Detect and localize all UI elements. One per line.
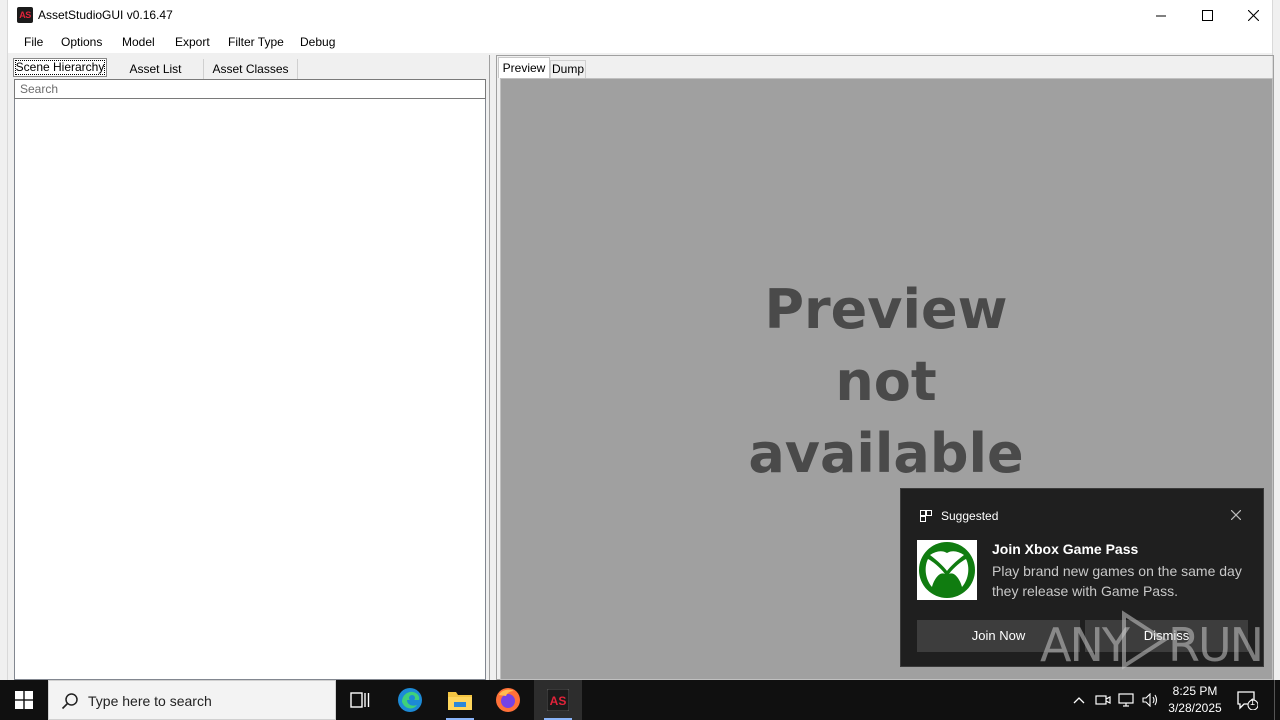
edge-icon: [398, 688, 422, 712]
network-button[interactable]: [1116, 680, 1138, 720]
menu-options[interactable]: Options: [61, 35, 102, 49]
show-hidden-icons-button[interactable]: [1068, 680, 1090, 720]
menu-model[interactable]: Model: [122, 35, 155, 49]
tab-preview[interactable]: Preview: [498, 57, 550, 78]
preview-message-line: available: [748, 422, 1024, 485]
meet-now-icon: [1095, 695, 1111, 705]
notification-toast: Suggested Join Xbox Game Pass Play brand…: [900, 488, 1264, 667]
windows-logo-icon: [15, 691, 33, 709]
tab-asset-list[interactable]: Asset List: [108, 59, 204, 79]
close-button[interactable]: [1230, 0, 1276, 31]
xbox-logo-icon: [917, 540, 977, 600]
chevron-up-icon: [1073, 697, 1085, 704]
taskbar-clock[interactable]: 8:25 PM 3/28/2025: [1162, 683, 1228, 717]
notification-count: 1: [1250, 697, 1256, 707]
edge-taskbar-button[interactable]: [386, 680, 434, 720]
tab-scene-hierarchy[interactable]: Scene Hierarchy: [13, 58, 107, 77]
minimize-icon: [1156, 15, 1166, 16]
dismiss-button[interactable]: Dismiss: [1085, 620, 1248, 652]
network-icon: [1118, 693, 1134, 707]
menu-export[interactable]: Export: [175, 35, 210, 49]
search-input[interactable]: Search: [14, 79, 486, 99]
assetstudio-icon: AS: [547, 689, 569, 711]
assetstudio-taskbar-button[interactable]: AS: [534, 680, 582, 720]
firefox-icon: [496, 688, 520, 712]
menu-file[interactable]: File: [24, 35, 43, 49]
menu-filter-type[interactable]: Filter Type: [228, 35, 284, 49]
clock-date: 3/28/2025: [1168, 701, 1222, 715]
volume-button[interactable]: [1140, 680, 1162, 720]
window-title: AssetStudioGUI v0.16.47: [38, 8, 173, 22]
preview-message: Preview not available: [701, 274, 1071, 490]
action-center-button[interactable]: 1: [1232, 680, 1262, 720]
panel-splitter[interactable]: [489, 55, 495, 680]
maximize-button[interactable]: [1184, 0, 1230, 31]
tab-dump[interactable]: Dump: [550, 60, 586, 78]
toast-title: Join Xbox Game Pass: [992, 541, 1139, 557]
left-panel: Scene Hierarchy Asset List Asset Classes…: [10, 56, 492, 680]
title-bar[interactable]: AS AssetStudioGUI v0.16.47: [8, 0, 1272, 31]
minimize-button[interactable]: [1138, 0, 1184, 31]
close-icon: [1247, 10, 1259, 21]
show-desktop-button[interactable]: [1274, 680, 1280, 720]
search-icon: [61, 693, 78, 710]
join-now-button[interactable]: Join Now: [917, 620, 1080, 652]
meet-now-button[interactable]: [1092, 680, 1114, 720]
volume-icon: [1142, 693, 1158, 707]
firefox-taskbar-button[interactable]: [484, 680, 532, 720]
clock-time: 8:25 PM: [1172, 684, 1218, 698]
assetstudio-app-icon: AS: [17, 7, 33, 23]
taskbar: Type here to search AS 8:25 PM 3/28/2025…: [0, 680, 1280, 720]
file-explorer-icon: [448, 692, 472, 710]
svg-text:AS: AS: [550, 694, 567, 708]
tab-asset-classes[interactable]: Asset Classes: [204, 59, 298, 79]
taskbar-search-box[interactable]: Type here to search: [48, 680, 336, 720]
scene-tree-view[interactable]: [14, 99, 486, 680]
maximize-icon: [1201, 10, 1213, 21]
file-explorer-taskbar-button[interactable]: [436, 680, 484, 720]
task-view-icon: [350, 692, 370, 708]
toast-body: Play brand new games on the same day the…: [992, 563, 1242, 599]
suggested-icon: [920, 510, 932, 522]
preview-message-line: not: [835, 350, 937, 413]
menu-bar: File Options Model Export Filter Type De…: [8, 31, 1272, 53]
toast-close-button[interactable]: [1227, 506, 1245, 524]
toast-app-name: Suggested: [941, 509, 999, 523]
menu-debug[interactable]: Debug: [300, 35, 335, 49]
taskbar-search-placeholder: Type here to search: [88, 693, 212, 709]
preview-message-line: Preview: [764, 278, 1008, 341]
task-view-button[interactable]: [336, 680, 384, 720]
start-button[interactable]: [0, 680, 48, 720]
close-icon: [1231, 510, 1241, 520]
